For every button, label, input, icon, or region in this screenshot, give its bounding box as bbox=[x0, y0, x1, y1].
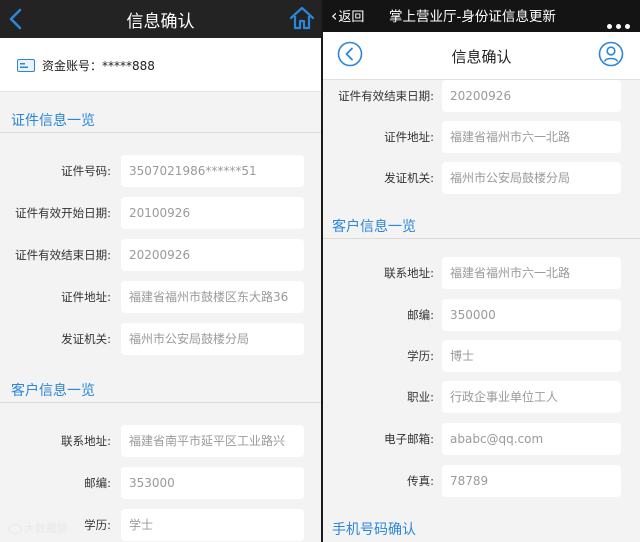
right-screen: ‹返回 掌上营业厅-身份证信息更新 信息确认 证件有效结束日期: 2020092… bbox=[323, 0, 640, 542]
account-label: 资金账号： bbox=[42, 59, 103, 73]
card-icon bbox=[17, 59, 35, 72]
email-field[interactable]: ababc@qq.com bbox=[442, 423, 621, 455]
watermark: 大数据猿 bbox=[8, 520, 68, 536]
contact-address-label: 联系地址: bbox=[61, 434, 111, 448]
client-section-title: 客户信息一览 bbox=[11, 383, 95, 399]
cert-number-field[interactable]: 3507021986******51 bbox=[121, 155, 304, 187]
page-title: 信息确认 bbox=[451, 48, 512, 66]
postcode-label: 邮编: bbox=[407, 308, 434, 322]
divider bbox=[0, 402, 321, 403]
cert-end-date-label: 证件有效结束日期: bbox=[338, 89, 434, 103]
cert-end-date-label: 证件有效结束日期: bbox=[15, 248, 111, 262]
fax-label: 传真: bbox=[407, 474, 434, 488]
cert-number-label: 证件号码: bbox=[61, 164, 111, 178]
occupation-label: 职业: bbox=[407, 390, 434, 404]
cert-end-date-field[interactable]: 20200926 bbox=[442, 80, 621, 112]
contact-address-field[interactable]: 福建省福州市六一北路 bbox=[442, 257, 621, 289]
fax-field[interactable]: 78789 bbox=[442, 465, 621, 497]
home-icon[interactable] bbox=[289, 5, 315, 31]
cert-end-date-field[interactable]: 20200926 bbox=[121, 239, 304, 271]
watermark-text: 大数据猿 bbox=[24, 522, 68, 535]
phone-section-title: 手机号码确认 bbox=[332, 522, 416, 538]
divider bbox=[323, 238, 640, 239]
page-header: 信息确认 bbox=[323, 32, 640, 80]
issuer-label: 发证机关: bbox=[384, 171, 434, 185]
back-chevron-icon: ‹ bbox=[331, 6, 338, 25]
education-field[interactable]: 学士 bbox=[121, 509, 304, 541]
weibo-icon bbox=[8, 524, 22, 534]
cert-address-field[interactable]: 福建省福州市鼓楼区东大路36 bbox=[121, 281, 304, 313]
account-value: *****888 bbox=[102, 59, 155, 73]
cert-start-date-field[interactable]: 20100926 bbox=[121, 197, 304, 229]
contact-address-field[interactable]: 福建省南平市延平区工业路兴 bbox=[121, 425, 304, 457]
cert-address-field[interactable]: 福建省福州市六一北路 bbox=[442, 121, 621, 153]
top-bar: 信息确认 bbox=[0, 0, 321, 38]
back-label: 返回 bbox=[338, 10, 365, 25]
postcode-field[interactable]: 350000 bbox=[442, 299, 621, 331]
issuer-field[interactable]: 福州市公安局鼓楼分局 bbox=[442, 162, 621, 194]
education-label: 学历: bbox=[84, 518, 111, 532]
education-label: 学历: bbox=[407, 349, 434, 363]
page-title: 信息确认 bbox=[126, 12, 195, 32]
email-label: 电子邮箱: bbox=[384, 432, 434, 446]
left-screen: 信息确认 资金账号：*****888 证件信息一览 证件号码: 35070219… bbox=[0, 0, 321, 542]
divider bbox=[0, 132, 321, 133]
postcode-field[interactable]: 353000 bbox=[121, 467, 304, 499]
issuer-label: 发证机关: bbox=[61, 332, 111, 346]
client-section-title: 客户信息一览 bbox=[332, 219, 416, 235]
back-button[interactable]: ‹返回 bbox=[331, 6, 364, 25]
more-dots-icon[interactable] bbox=[603, 14, 630, 33]
contact-address-label: 联系地址: bbox=[384, 266, 434, 280]
occupation-field[interactable]: 行政企事业单位工人 bbox=[442, 381, 621, 413]
cert-address-label: 证件地址: bbox=[61, 290, 111, 304]
app-title: 掌上营业厅-身份证信息更新 bbox=[389, 9, 556, 25]
education-field[interactable]: 博士 bbox=[442, 340, 621, 372]
cert-section-title: 证件信息一览 bbox=[11, 113, 95, 129]
account-bar: 资金账号：*****888 bbox=[0, 38, 321, 92]
postcode-label: 邮编: bbox=[84, 476, 111, 490]
issuer-field[interactable]: 福州市公安局鼓楼分局 bbox=[121, 323, 304, 355]
cert-address-label: 证件地址: bbox=[384, 130, 434, 144]
cert-start-date-label: 证件有效开始日期: bbox=[15, 206, 111, 220]
app-bar: ‹返回 掌上营业厅-身份证信息更新 bbox=[323, 0, 640, 32]
user-icon[interactable] bbox=[598, 41, 624, 67]
